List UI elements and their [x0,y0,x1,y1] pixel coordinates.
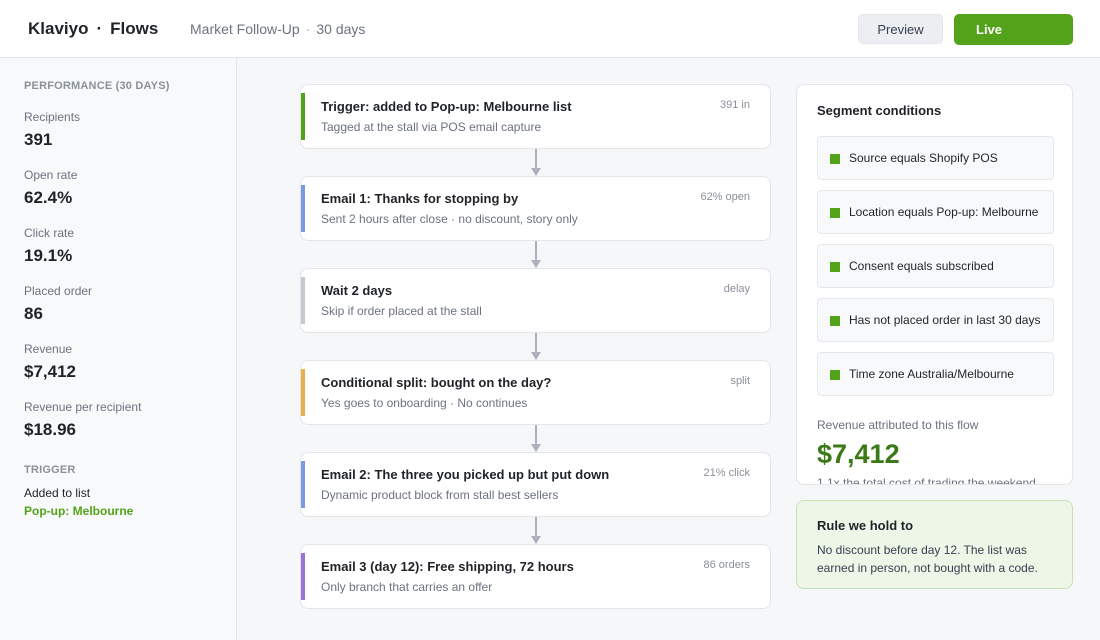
step-subtitle: Sent 2 hours after close · no discount, … [321,212,578,226]
condition-text: Source equals Shopify POS [849,151,998,165]
flow-step-wait[interactable]: Wait 2 days Skip if order placed at the … [300,268,771,333]
condition-marker-icon [830,262,840,272]
step-meta: split [730,375,750,387]
app-header: Klaviyo · Flows Market Follow-Up · 30 days P… [0,0,1100,58]
metric-value: 391 [24,130,53,149]
brand-name: Klaviyo [28,19,89,38]
trigger-title: TRIGGER [24,464,76,476]
section-name[interactable]: Flows [110,19,158,38]
condition-text: Location equals Pop-up: Melbourne [849,205,1039,219]
segment-condition[interactable]: Source equals Shopify POS [817,136,1054,180]
flow-name: Market Follow-Up [190,21,300,37]
arrow-down-icon [531,168,541,176]
preview-button[interactable]: Preview [858,14,943,44]
revenue-label: Revenue attributed to this flow [817,418,979,432]
condition-text: Time zone Australia/Melbourne [849,367,1014,381]
step-title: Wait 2 days [321,283,393,298]
step-accent-bar [301,553,305,600]
step-subtitle: Only branch that carries an offer [321,580,493,594]
step-accent-bar [301,461,305,508]
flow-step-email-3[interactable]: Email 3 (day 12): Free shipping, 72 hour… [300,544,771,609]
step-title: Conditional split: bought on the day? [321,375,552,390]
flow-step-email-2[interactable]: Email 2: The three you picked up but put… [300,452,771,517]
step-title: Email 2: The three you picked up but put… [321,467,610,482]
brand-title: Klaviyo · Flows [28,19,158,39]
segment-title: Segment conditions [817,103,942,118]
metric-label: Revenue per recipient [24,400,142,414]
step-meta: 86 orders [703,559,750,571]
step-accent-bar [301,185,305,232]
metric-value: $18.96 [24,420,76,439]
metric-label: Recipients [24,110,81,124]
flow-connector [535,149,537,169]
trigger-text: Added to list [24,486,91,500]
step-meta: delay [723,283,750,295]
metric-value: $7,412 [24,362,76,381]
step-subtitle: Tagged at the stall via POS email captur… [321,120,542,134]
flow-step-email-1[interactable]: Email 1: Thanks for stopping by Sent 2 h… [300,176,771,241]
flow-connector [535,517,537,537]
condition-marker-icon [830,154,840,164]
step-accent-bar [301,369,305,416]
rule-text: No discount before day 12. The list was … [817,543,1038,575]
segment-condition[interactable]: Consent equals subscribed [817,244,1054,288]
condition-text: Consent equals subscribed [849,259,994,273]
live-status-button[interactable]: Live [954,14,1073,45]
metric-label: Revenue [24,342,73,356]
step-title: Email 3 (day 12): Free shipping, 72 hour… [321,559,574,574]
condition-marker-icon [830,208,840,218]
arrow-down-icon [531,352,541,360]
metric-value: 86 [24,304,43,323]
step-subtitle: Yes goes to onboarding · No continues [321,396,528,410]
flow-connector [535,333,537,353]
revenue-note: 1.1x the total cost of trading the weeke… [817,476,1036,485]
metric-value: 19.1% [24,246,73,265]
rule-title: Rule we hold to [817,518,914,533]
segment-condition[interactable]: Time zone Australia/Melbourne [817,352,1054,396]
condition-marker-icon [830,370,840,380]
arrow-down-icon [531,260,541,268]
rule-panel: Rule we hold to No discount before day 1… [796,500,1073,589]
arrow-down-icon [531,536,541,544]
step-meta: 391 in [720,99,750,111]
trigger-list-link[interactable]: Pop-up: Melbourne [24,504,133,518]
segment-condition[interactable]: Has not placed order in last 30 days [817,298,1054,342]
arrow-down-icon [531,444,541,452]
period-label: 30 days [316,21,366,37]
flow-step-trigger[interactable]: Trigger: added to Pop-up: Melbourne list… [300,84,771,149]
step-meta: 62% open [700,191,750,203]
metric-label: Click rate [24,226,75,240]
step-subtitle: Dynamic product block from stall best se… [321,488,559,502]
breadcrumb: Market Follow-Up · 30 days [190,21,365,37]
condition-marker-icon [830,316,840,326]
step-subtitle: Skip if order placed at the stall [321,304,482,318]
revenue-value: $7,412 [817,439,900,469]
step-accent-bar [301,93,305,140]
flow-connector [535,425,537,445]
metric-label: Placed order [24,284,93,298]
segment-condition[interactable]: Location equals Pop-up: Melbourne [817,190,1054,234]
flow-connector [535,241,537,261]
step-title: Trigger: added to Pop-up: Melbourne list [321,99,572,114]
performance-sidebar: PERFORMANCE (30 DAYS) Recipients 391 Ope… [0,58,237,640]
step-meta: 21% click [703,467,750,479]
segment-conditions-panel: Segment conditions Source equals Shopify… [796,84,1073,485]
step-title: Email 1: Thanks for stopping by [321,191,519,206]
metric-value: 62.4% [24,188,73,207]
metric-label: Open rate [24,168,78,182]
performance-title: PERFORMANCE (30 DAYS) [24,80,170,92]
breadcrumb-separator: · [305,21,311,37]
flow-step-split[interactable]: Conditional split: bought on the day? Ye… [300,360,771,425]
step-accent-bar [301,277,305,324]
brand-separator: · [96,19,103,38]
condition-text: Has not placed order in last 30 days [849,313,1041,327]
